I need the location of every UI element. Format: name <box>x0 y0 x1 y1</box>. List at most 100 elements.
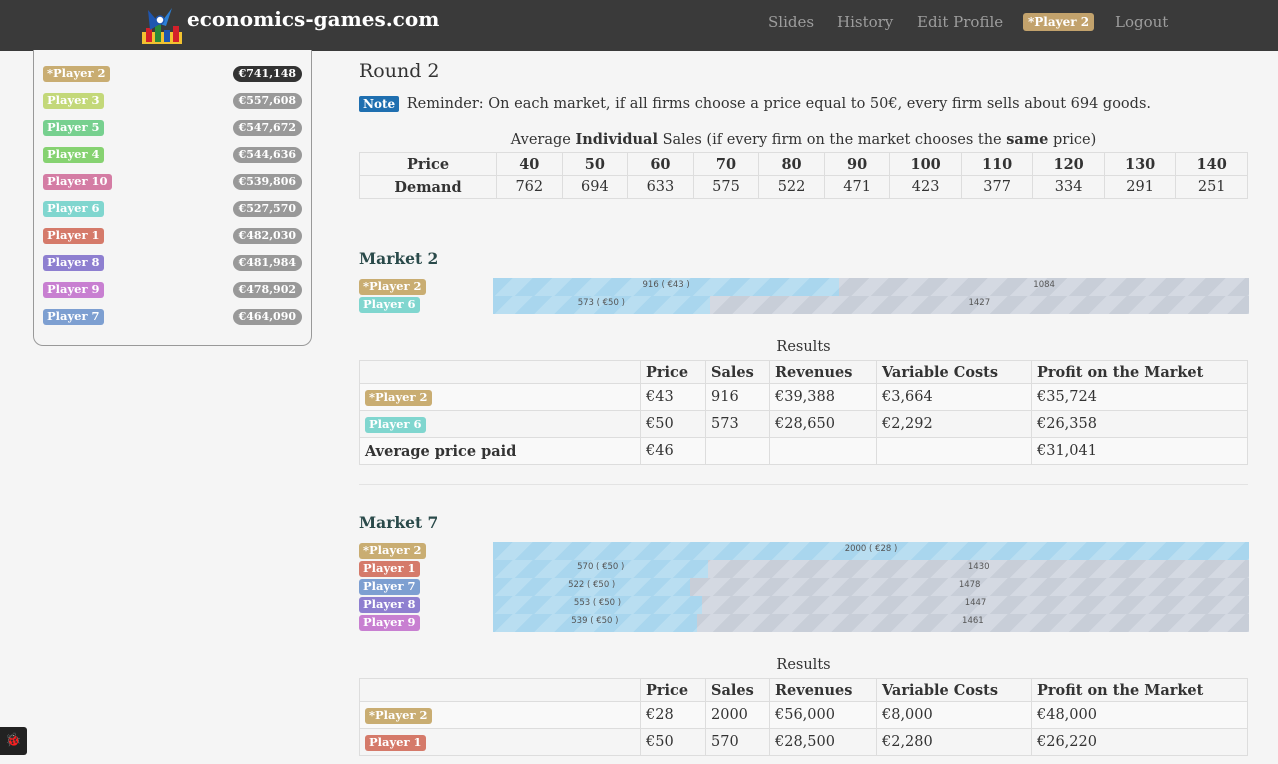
results-header: Variable Costs <box>876 678 1032 702</box>
results-revenues-cell: €28,500 <box>769 728 877 756</box>
player-label: Player 9 <box>43 282 104 298</box>
results-header-empty <box>359 678 641 702</box>
results-header-row: Price Sales Revenues Variable Costs Profit o… <box>359 360 1248 384</box>
results-header: Sales <box>705 360 770 384</box>
nav-history[interactable]: History <box>837 13 893 31</box>
price-cell: 40 <box>496 152 563 176</box>
price-cell: 60 <box>627 152 694 176</box>
results-header: Profit on the Market <box>1031 678 1248 702</box>
note-badge: Note <box>359 96 400 112</box>
average-row: Average price paid €46 €31,041 <box>359 437 1248 465</box>
results-header-row: Price Sales Revenues Variable Costs Profit o… <box>359 678 1248 702</box>
results-price-cell: €50 <box>640 410 706 438</box>
price-cell: 110 <box>960 152 1034 176</box>
bar-sold-label: 2000 ( €28 ) <box>844 544 898 554</box>
bar-row: 539 ( €50 ) 1461 <box>493 614 1249 632</box>
bar-row: 573 ( €50 ) 1427 <box>493 296 1249 314</box>
note-line: Note Reminder: On each market, if all fi… <box>359 96 1151 112</box>
player-label: Player 5 <box>43 120 104 136</box>
nav-slides[interactable]: Slides <box>768 13 814 31</box>
note-text: Reminder: On each market, if all firms c… <box>406 96 1151 112</box>
bar-row: 522 ( €50 ) 1478 <box>493 578 1249 596</box>
results-revenues-cell: €56,000 <box>769 701 877 729</box>
demand-cell: 575 <box>692 175 760 199</box>
average-label: Average price paid <box>359 437 641 465</box>
demand-caption: Average Individual Sales (if every firm … <box>359 131 1248 148</box>
results-costs-cell: €3,664 <box>876 383 1032 411</box>
bar-sold-label: 522 ( €50 ) <box>568 580 616 590</box>
results-player-cell: Player 1 <box>359 728 641 756</box>
caption-part: price) <box>1048 132 1097 148</box>
caption-bold-individual: Individual <box>575 131 658 148</box>
bar-unsold-label: 1427 <box>968 298 991 308</box>
ranking-row: Player 4 €544,636 <box>43 147 302 165</box>
results-costs-cell: €8,000 <box>876 701 1032 729</box>
market-title: Market 7 <box>359 513 439 532</box>
bar-sold-label: 553 ( €50 ) <box>573 598 622 608</box>
price-cell: 100 <box>889 152 962 176</box>
results-caption: Results <box>776 339 831 355</box>
demand-cell: 251 <box>1175 175 1248 199</box>
brand-link[interactable]: economics-games.com <box>142 6 439 44</box>
demand-cell: 522 <box>758 175 825 199</box>
results-player-label: *Player 2 <box>365 389 432 406</box>
demand-header: Demand <box>359 175 497 199</box>
demand-row: Demand 762 694 633 575 522 471 423 377 334 291 251 <box>359 175 1248 199</box>
player-label: Player 4 <box>43 147 104 163</box>
player-money-badge: €539,806 <box>232 174 302 190</box>
player-money-badge: €527,570 <box>232 201 302 217</box>
results-header-empty <box>359 360 641 384</box>
bar-player-label: Player 1 <box>359 561 420 577</box>
ranking-row: Player 10 €539,806 <box>43 174 302 192</box>
bug-report-icon[interactable]: 🐞 <box>0 727 27 755</box>
ranking-row: Player 6 €527,570 <box>43 201 302 219</box>
results-price-cell: €43 <box>640 383 706 411</box>
results-header: Price <box>640 360 706 384</box>
player-label: Player 10 <box>43 174 112 190</box>
player-label: Player 1 <box>43 228 104 244</box>
bar-unsold-label: 1447 <box>964 598 987 608</box>
results-row: *Player 2 €43 916 €39,388 €3,664 €35,724 <box>359 383 1248 411</box>
bar-player-label: *Player 2 <box>359 279 426 295</box>
player-label: Player 7 <box>43 309 104 325</box>
demand-cell: 762 <box>496 175 563 199</box>
nav-logout[interactable]: Logout <box>1115 13 1168 31</box>
bar-row: 570 ( €50 ) 1430 <box>493 560 1249 578</box>
results-revenues-cell: €28,650 <box>769 410 877 438</box>
demand-table: Price 40 50 60 70 80 90 100 110 120 130 140 Demand 76… <box>359 152 1248 199</box>
bar-sold-label: 573 ( €50 ) <box>577 298 625 308</box>
ranking-row: *Player 2 €741,148 <box>43 66 302 84</box>
player-label: Player 6 <box>43 201 104 217</box>
results-profit-cell: €48,000 <box>1031 701 1248 729</box>
results-header: Profit on the Market <box>1031 360 1248 384</box>
results-player-label: Player 6 <box>365 416 426 433</box>
bar-sold-label: 570 ( €50 ) <box>577 562 625 572</box>
results-player-label: Player 1 <box>365 734 426 751</box>
navbar: economics-games.com Slides History Edit … <box>0 0 1278 51</box>
results-table: Price Sales Revenues Variable Costs Profit o… <box>359 360 1248 465</box>
price-cell: 130 <box>1103 152 1177 176</box>
bar-row: 2000 ( €28 ) <box>493 542 1249 560</box>
price-cell: 80 <box>758 152 825 176</box>
brand-name: economics-games.com <box>187 7 440 31</box>
bar-unsold-label: 1478 <box>958 580 981 590</box>
results-sales-cell: 573 <box>705 410 770 438</box>
player-label: Player 8 <box>43 255 104 271</box>
bar-unsold-label: 1461 <box>962 616 984 626</box>
bar-row: 553 ( €50 ) 1447 <box>493 596 1249 614</box>
nav-edit-profile[interactable]: Edit Profile <box>917 13 1003 31</box>
bar-player-label: Player 7 <box>359 579 420 595</box>
results-row: Player 6 €50 573 €28,650 €2,292 €26,358 <box>359 410 1248 438</box>
ranking-row: Player 8 €481,984 <box>43 255 302 273</box>
market-title: Market 2 <box>359 249 439 268</box>
price-cell: 50 <box>561 152 629 176</box>
average-empty <box>876 437 1032 465</box>
ranking-row: Player 7 €464,090 <box>43 309 302 327</box>
results-sales-cell: 2000 <box>705 701 770 729</box>
results-sales-cell: 916 <box>705 383 770 411</box>
nav-player-item[interactable]: *Player 2 <box>1023 13 1095 31</box>
market-divider <box>359 484 1248 485</box>
bar-unsold-label: 1430 <box>967 562 990 572</box>
results-player-label: *Player 2 <box>365 707 432 724</box>
caption-part: Sales (if every firm on the market choos… <box>657 132 1007 148</box>
